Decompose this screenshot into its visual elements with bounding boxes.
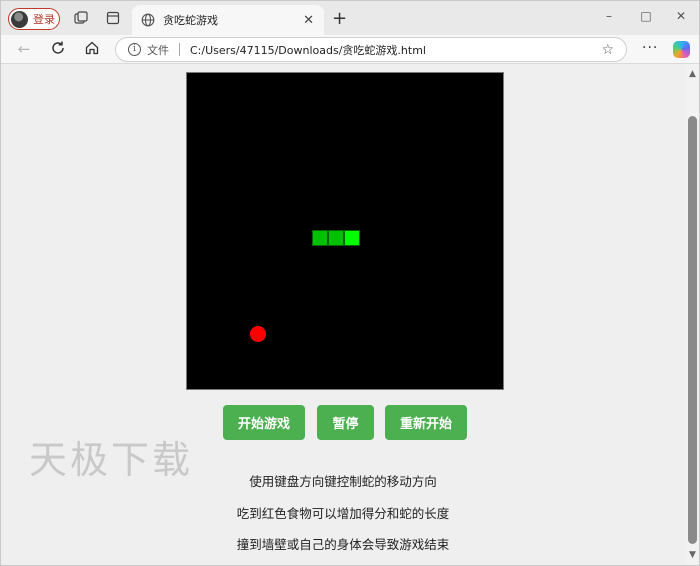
divider	[179, 43, 180, 56]
snake-segment	[312, 230, 329, 246]
home-icon[interactable]	[83, 40, 101, 58]
instruction-line: 使用键盘方向键控制蛇的移动方向	[249, 474, 437, 489]
maximize-icon[interactable]: □	[636, 9, 656, 23]
snake-segment	[328, 230, 344, 246]
profile-button[interactable]: 登录	[8, 8, 60, 30]
back-icon[interactable]: ←	[15, 40, 33, 58]
file-label: 文件	[147, 43, 169, 57]
scrollbar[interactable]: ▲ ▼	[685, 64, 699, 565]
workspaces-icon[interactable]	[74, 11, 88, 25]
new-tab-icon[interactable]: +	[332, 8, 347, 29]
url-text[interactable]: C:/Users/47115/Downloads/贪吃蛇游戏.html	[190, 42, 601, 58]
favorite-star-icon[interactable]: ☆	[601, 42, 614, 58]
start-game-button[interactable]: 开始游戏	[223, 405, 305, 440]
pause-button[interactable]: 暂停	[317, 405, 374, 440]
instruction-line: 撞到墙壁或自己的身体会导致游戏结束	[236, 537, 450, 552]
info-icon[interactable]: i	[128, 43, 141, 56]
food	[250, 325, 266, 342]
tab-snake-game[interactable]: 贪吃蛇游戏 ✕	[132, 5, 324, 35]
scroll-thumb[interactable]	[688, 116, 697, 544]
scroll-down-icon[interactable]: ▼	[689, 550, 696, 560]
copilot-icon[interactable]	[673, 41, 690, 58]
globe-icon	[141, 13, 155, 27]
instruction-line: 吃到红色食物可以增加得分和蛇的长度	[236, 506, 450, 521]
close-tab-icon[interactable]: ✕	[303, 13, 314, 28]
navigation-bar: ← i 文件 C:/Users/47115/Downloads/贪吃蛇游戏.ht…	[1, 35, 699, 64]
game-board[interactable]	[186, 72, 504, 390]
refresh-icon[interactable]	[49, 40, 67, 58]
avatar	[11, 10, 28, 28]
more-options-icon[interactable]: ···	[642, 40, 658, 56]
scroll-up-icon[interactable]: ▲	[689, 69, 696, 79]
page-content: 开始游戏 暂停 重新开始 天极下载 使用键盘方向键控制蛇的移动方向 吃到红色食物…	[1, 64, 685, 565]
tab-title: 贪吃蛇游戏	[163, 14, 218, 27]
minimize-icon[interactable]: –	[599, 9, 619, 23]
close-window-icon[interactable]: ✕	[671, 9, 691, 23]
browser-window: 登录 贪吃蛇游戏 ✕ + – □ ✕ ← i 文件 C:/Users/47115…	[0, 0, 700, 566]
tab-actions-icon[interactable]	[106, 11, 120, 25]
tab-bar: 登录 贪吃蛇游戏 ✕ + – □ ✕	[1, 1, 699, 35]
snake-head	[344, 230, 360, 246]
restart-button[interactable]: 重新开始	[385, 405, 467, 440]
address-bar[interactable]: i 文件 C:/Users/47115/Downloads/贪吃蛇游戏.html…	[115, 37, 627, 62]
profile-label: 登录	[33, 13, 55, 26]
